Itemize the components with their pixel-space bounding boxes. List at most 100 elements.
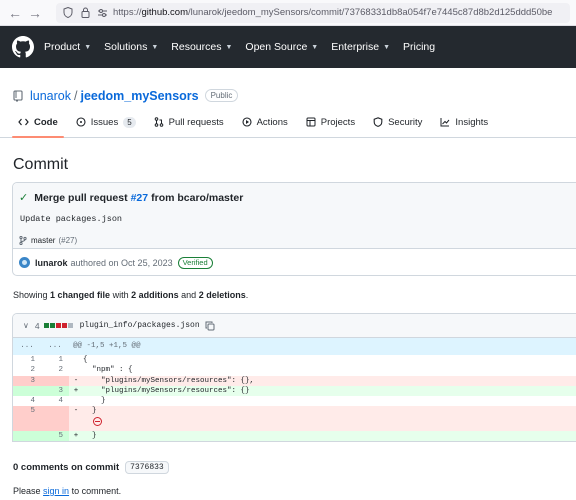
old-line-number[interactable]: 1 [13, 355, 41, 365]
branch-pr[interactable]: (#27) [58, 236, 77, 245]
signin-text: to comment. [71, 486, 122, 496]
page-title: Commit [13, 156, 69, 173]
nav-resources[interactable]: Resources ▼ [171, 41, 232, 53]
repo-tabs: Code Issues 5 Pull requests Actions Proj… [0, 108, 576, 138]
branch-link[interactable]: master [31, 236, 55, 245]
diff-code: "plugins/mySensors/resources": {}, [83, 375, 576, 386]
graph-icon [440, 118, 450, 127]
nav-label: Solutions [104, 41, 148, 53]
commit-description: Update packages.json [20, 214, 123, 224]
old-line-number[interactable]: 4 [13, 396, 41, 406]
visibility-badge: Public [204, 89, 239, 102]
nav-pricing[interactable]: Pricing [403, 41, 435, 53]
diff-code: "npm" : { [83, 365, 576, 375]
signin-text: Please [13, 486, 41, 496]
diff-filename[interactable]: plugin_info/packages.json [80, 321, 200, 330]
issues-count: 5 [123, 116, 136, 128]
back-arrow-icon[interactable]: ← [6, 4, 24, 22]
hunk-expand-right[interactable]: ... [41, 338, 69, 355]
commit-message-prefix: Merge pull request [34, 191, 128, 204]
diff-line [13, 416, 576, 431]
nav-enterprise[interactable]: Enterprise ▼ [331, 41, 390, 53]
diff-sign: - [69, 406, 83, 417]
tab-insights[interactable]: Insights [434, 107, 494, 137]
commit-message-area: ✓ Merge pull request #27 from bcaro/mast… [13, 183, 576, 249]
old-line-number[interactable]: 3 [13, 375, 41, 386]
comments-title-text: 0 comments on commit [13, 462, 120, 473]
lock-icon[interactable] [79, 7, 91, 19]
tab-projects[interactable]: Projects [300, 107, 361, 137]
tab-issues[interactable]: Issues 5 [70, 107, 142, 137]
github-logo-icon[interactable] [12, 36, 34, 58]
tab-label: Issues [90, 116, 119, 128]
tab-security[interactable]: Security [367, 107, 428, 137]
new-line-number[interactable] [41, 406, 69, 417]
header-nav: Product ▼ Solutions ▼ Resources ▼ Open Sour… [44, 41, 448, 53]
chevron-down-icon: ▼ [311, 43, 319, 51]
pull-request-link[interactable]: #27 [131, 192, 149, 204]
tab-pull-requests[interactable]: Pull requests [148, 107, 230, 137]
nav-label: Pricing [403, 41, 436, 53]
commit-sha-badge: 7376833 [125, 461, 169, 474]
repo-icon [13, 89, 23, 102]
tab-label: Pull requests [168, 116, 224, 128]
new-line-number[interactable]: 3 [41, 385, 69, 397]
avatar[interactable] [19, 257, 30, 268]
verified-badge[interactable]: Verified [177, 256, 213, 269]
repo-header: lunarok / jeedom_mySensors Public [0, 68, 576, 108]
hunk-expand-left[interactable]: ... [13, 338, 41, 355]
diff-line: 1 1 { [13, 355, 576, 365]
nav-solutions[interactable]: Solutions ▼ [104, 41, 158, 53]
diffstat [43, 323, 74, 328]
new-line-number[interactable]: 2 [41, 365, 69, 375]
diff-line-count: 4 [34, 320, 40, 331]
summary-deletions: 2 deletions [198, 290, 246, 300]
summary-files: 1 changed file [50, 290, 111, 300]
diffstat-square [49, 323, 55, 328]
hunk-header: ... ... @@ -1,5 +1,5 @@ [13, 338, 576, 355]
github-header: Product ▼ Solutions ▼ Resources ▼ Open Sour… [0, 26, 576, 68]
shield-icon[interactable] [62, 7, 74, 19]
old-line-number[interactable] [13, 430, 41, 442]
old-line-number[interactable]: 2 [13, 365, 41, 375]
author-link[interactable]: lunarok [35, 258, 68, 268]
chevron-down-icon: ▼ [225, 43, 233, 51]
chevron-down-icon: ▼ [151, 43, 159, 51]
issues-icon [76, 117, 86, 127]
forward-arrow-icon[interactable]: → [26, 4, 44, 22]
repo-owner-link[interactable]: lunarok [30, 89, 71, 103]
permissions-icon[interactable] [96, 7, 108, 19]
old-line-number[interactable]: 5 [13, 406, 41, 417]
new-line-number[interactable]: 5 [41, 430, 69, 442]
copy-icon[interactable] [205, 321, 215, 331]
actions-icon [242, 117, 252, 127]
diff-line: 5 - } [13, 406, 576, 417]
commit-branch: master (#27) [19, 236, 77, 245]
diffstat-square [61, 323, 67, 328]
repo-name-link[interactable]: jeedom_mySensors [80, 89, 198, 103]
diffstat-square [67, 323, 73, 328]
new-line-number[interactable]: 1 [41, 355, 69, 365]
sign-in-link[interactable]: sign in [43, 486, 69, 496]
nav-product[interactable]: Product ▼ [44, 41, 91, 53]
diff-code-text: } [83, 397, 106, 406]
address-bar[interactable]: https://github.com/lunarok/jeedom_mySens… [56, 2, 570, 23]
chevron-down-icon[interactable]: ∨ [23, 321, 29, 330]
summary-text: . [245, 290, 249, 300]
new-line-number[interactable] [41, 375, 69, 386]
tab-code[interactable]: Code [12, 107, 64, 138]
old-line-number[interactable] [13, 416, 41, 431]
url-text: https://github.com/lunarok/jeedom_mySens… [113, 7, 553, 18]
tab-actions[interactable]: Actions [236, 107, 294, 137]
new-line-number[interactable]: 4 [41, 396, 69, 406]
old-line-number[interactable] [13, 385, 41, 397]
diff-sign [69, 416, 83, 431]
diff-line: 44 } [13, 396, 576, 406]
diff-code: } [83, 430, 576, 442]
new-line-number[interactable] [41, 416, 69, 431]
diff-sign [69, 355, 83, 365]
nav-open-source[interactable]: Open Source ▼ [245, 41, 318, 53]
chevron-down-icon: ▼ [84, 43, 92, 51]
summary-text: Showing [13, 290, 48, 300]
projects-icon [306, 117, 316, 127]
